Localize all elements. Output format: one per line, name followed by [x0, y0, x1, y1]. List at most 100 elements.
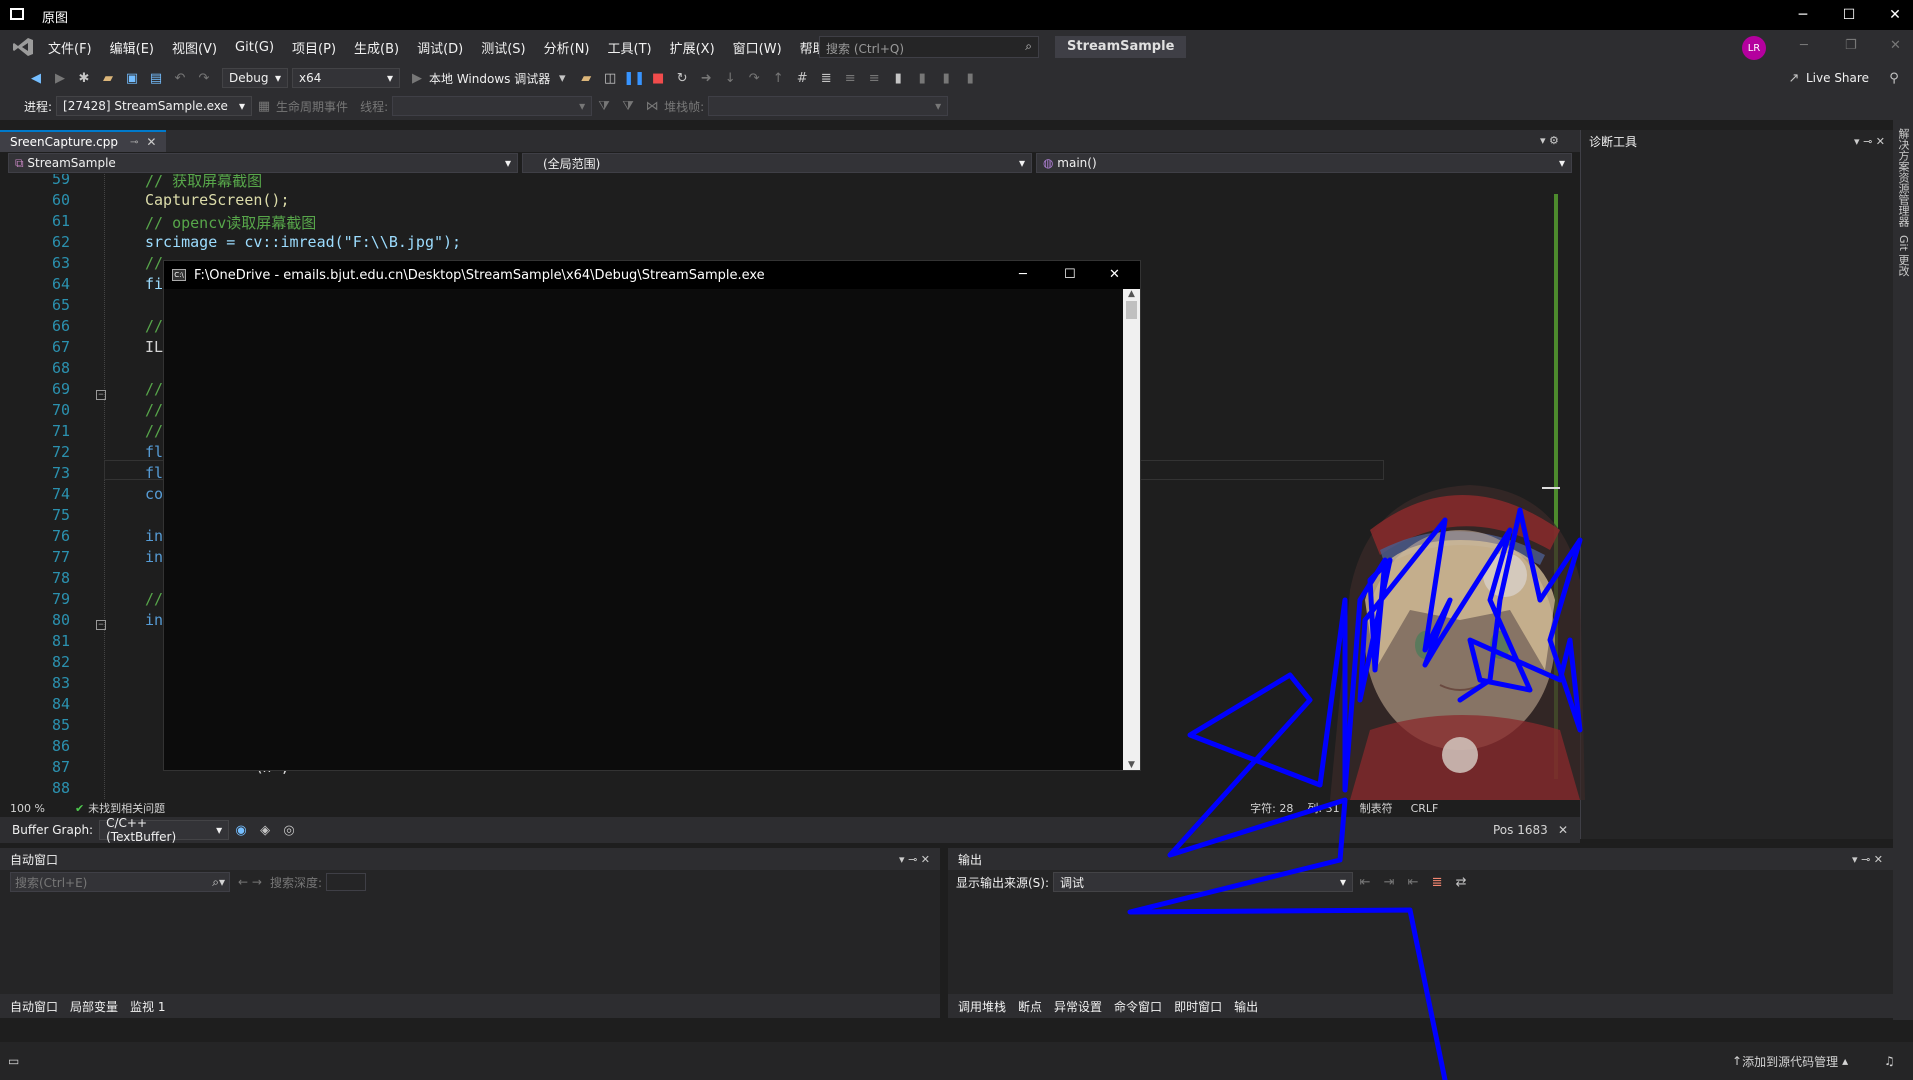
- global-search-input[interactable]: 搜索 (Ctrl+Q) ⌕: [819, 36, 1039, 58]
- show-next-statement-icon[interactable]: ➜: [697, 69, 715, 87]
- flag-icon[interactable]: ⧩: [619, 97, 637, 115]
- tab-close-icon[interactable]: ✕: [146, 135, 156, 149]
- project-select[interactable]: ⧉ StreamSample ▾: [8, 153, 518, 173]
- find-in-output-icon[interactable]: ⇤: [1356, 873, 1374, 891]
- close-button[interactable]: ✕: [1872, 0, 1913, 30]
- console-window[interactable]: C:\ F:\OneDrive - emails.bjut.edu.cn\Des…: [163, 260, 1141, 771]
- configuration-select[interactable]: Debug ▾: [222, 68, 288, 88]
- scroll-down-icon[interactable]: ▼: [1123, 760, 1140, 770]
- tab-call-stack[interactable]: 调用堆栈: [958, 998, 1006, 1015]
- forward-icon[interactable]: ▶: [51, 69, 69, 87]
- member-select[interactable]: ◍ main() ▾: [1036, 153, 1572, 173]
- step-over-icon[interactable]: ↷: [745, 69, 763, 87]
- run-debugger-button[interactable]: 本地 Windows 调试器: [429, 70, 550, 87]
- issues-status[interactable]: 未找到相关问题: [88, 800, 165, 816]
- console-close-button[interactable]: ✕: [1109, 267, 1120, 282]
- process-select[interactable]: [27428] StreamSample.exe ▾: [56, 96, 253, 116]
- stackframe-select[interactable]: ▾: [708, 96, 949, 116]
- nav-arrows-icon[interactable]: ← →: [238, 875, 262, 889]
- prev-message-icon[interactable]: ⇤: [1404, 873, 1422, 891]
- tab-sreencapture-cpp[interactable]: SreenCapture.cpp ⊸ ✕: [0, 130, 167, 152]
- menu-analyze[interactable]: 分析(N): [544, 38, 590, 57]
- console-maximize-button[interactable]: ☐: [1064, 267, 1076, 282]
- git-changes-tab[interactable]: Git 更改: [1895, 235, 1911, 276]
- live-share-button[interactable]: ↗ Live Share: [1782, 69, 1869, 87]
- new-item-icon[interactable]: ✱: [75, 69, 93, 87]
- collapse-icon[interactable]: −: [96, 620, 106, 630]
- console-scroll-thumb[interactable]: [1126, 301, 1137, 319]
- line-ending[interactable]: CRLF: [1411, 802, 1439, 815]
- next-message-icon[interactable]: ⇥: [1380, 873, 1398, 891]
- tab-immediate-window[interactable]: 即时窗口: [1174, 998, 1222, 1015]
- thread-icon[interactable]: ≣: [817, 69, 835, 87]
- graph-export-icon[interactable]: ◈: [256, 821, 274, 839]
- tab-watch-1[interactable]: 监视 1: [130, 998, 165, 1015]
- comment-icon[interactable]: ≡: [841, 69, 859, 87]
- tab-output[interactable]: 输出: [1234, 998, 1258, 1015]
- pause-icon[interactable]: ❚❚: [623, 69, 645, 87]
- next-bookmark-icon[interactable]: ▮: [937, 69, 955, 87]
- output-source-select[interactable]: 调试 ▾: [1053, 872, 1354, 892]
- uncomment-icon[interactable]: ≡: [865, 69, 883, 87]
- tab-exception-settings[interactable]: 异常设置: [1054, 998, 1102, 1015]
- buffer-graph-close-icon[interactable]: ✕: [1558, 823, 1568, 837]
- tab-autos[interactable]: 自动窗口: [10, 998, 58, 1015]
- menu-extensions[interactable]: 扩展(X): [670, 38, 715, 57]
- restart-icon[interactable]: ↻: [673, 69, 691, 87]
- tab-mode[interactable]: 制表符: [1360, 800, 1393, 816]
- add-source-control-button[interactable]: ↑ 添加到源代码管理 ▴: [1732, 1053, 1848, 1070]
- menu-build[interactable]: 生成(B): [354, 38, 399, 57]
- step-into-icon[interactable]: ↓: [721, 69, 739, 87]
- word-wrap-icon[interactable]: ⇄: [1452, 873, 1470, 891]
- collapse-icon[interactable]: −: [96, 390, 106, 400]
- screenshot-icon[interactable]: ◫: [601, 69, 619, 87]
- clear-all-icon[interactable]: ≣: [1428, 873, 1446, 891]
- autos-controls-icon[interactable]: ▾ ⊸ ✕: [899, 853, 930, 866]
- dropdown-arrow-icon[interactable]: ▾: [553, 69, 571, 87]
- menu-test[interactable]: 测试(S): [481, 38, 525, 57]
- notifications-icon[interactable]: ♫: [1884, 1054, 1895, 1068]
- scope-select[interactable]: (全局范围) ▾: [522, 153, 1032, 173]
- tab-breakpoints[interactable]: 断点: [1018, 998, 1042, 1015]
- undo-icon[interactable]: ↶: [171, 69, 189, 87]
- stop-icon[interactable]: ■: [649, 69, 667, 87]
- user-avatar[interactable]: LR: [1742, 36, 1766, 60]
- restore-minimize-icon[interactable]: ─: [1800, 38, 1808, 53]
- folder-icon[interactable]: ▰: [577, 69, 595, 87]
- tab-command-window[interactable]: 命令窗口: [1114, 998, 1162, 1015]
- close-ide-icon[interactable]: ✕: [1890, 38, 1901, 53]
- solution-explorer-tab[interactable]: 解决方案资源管理器: [1895, 128, 1911, 227]
- graph-icon[interactable]: ◉: [232, 821, 250, 839]
- open-folder-icon[interactable]: ▰: [99, 69, 117, 87]
- prev-bookmark-icon[interactable]: ▮: [913, 69, 931, 87]
- lifecycle-events-button[interactable]: 生命周期事件: [276, 98, 348, 115]
- output-scrollbar[interactable]: [1877, 894, 1887, 994]
- tab-locals[interactable]: 局部变量: [70, 998, 118, 1015]
- minimize-button[interactable]: ─: [1780, 0, 1826, 30]
- graph-refresh-icon[interactable]: ◎: [280, 821, 298, 839]
- restore-icon[interactable]: ❐: [1845, 38, 1857, 53]
- zoom-level[interactable]: 100 %: [10, 802, 45, 815]
- buffer-graph-select[interactable]: C/C++ (TextBuffer) ▾: [99, 816, 230, 844]
- menu-view[interactable]: 视图(V): [172, 38, 217, 57]
- hex-display-icon[interactable]: #: [793, 69, 811, 87]
- tab-overflow-icon[interactable]: ▾ ⚙: [1540, 134, 1559, 147]
- menu-edit[interactable]: 编辑(E): [110, 38, 154, 57]
- pin-icon[interactable]: ⊸: [130, 137, 138, 148]
- autos-search-input[interactable]: 搜索(Ctrl+E) ⌕▾: [10, 872, 230, 892]
- threads-icon[interactable]: ⋈: [643, 97, 661, 115]
- redo-icon[interactable]: ↷: [195, 69, 213, 87]
- platform-select[interactable]: x64 ▾: [292, 68, 400, 88]
- output-controls-icon[interactable]: ▾ ⊸ ✕: [1852, 853, 1883, 866]
- menu-project[interactable]: 项目(P): [292, 38, 336, 57]
- menu-window[interactable]: 窗口(W): [733, 38, 782, 57]
- scroll-up-icon[interactable]: ▲: [1123, 289, 1140, 299]
- panel-controls-icon[interactable]: ▾ ⊸ ✕: [1854, 135, 1885, 148]
- thread-select[interactable]: ▾: [392, 96, 593, 116]
- feedback-icon[interactable]: ⚲: [1885, 69, 1903, 87]
- menu-tools[interactable]: 工具(T): [608, 38, 652, 57]
- menu-file[interactable]: 文件(F): [48, 38, 92, 57]
- search-depth-select[interactable]: [325, 873, 366, 891]
- console-minimize-button[interactable]: ─: [1019, 267, 1027, 282]
- filter-icon[interactable]: ⧩: [595, 97, 613, 115]
